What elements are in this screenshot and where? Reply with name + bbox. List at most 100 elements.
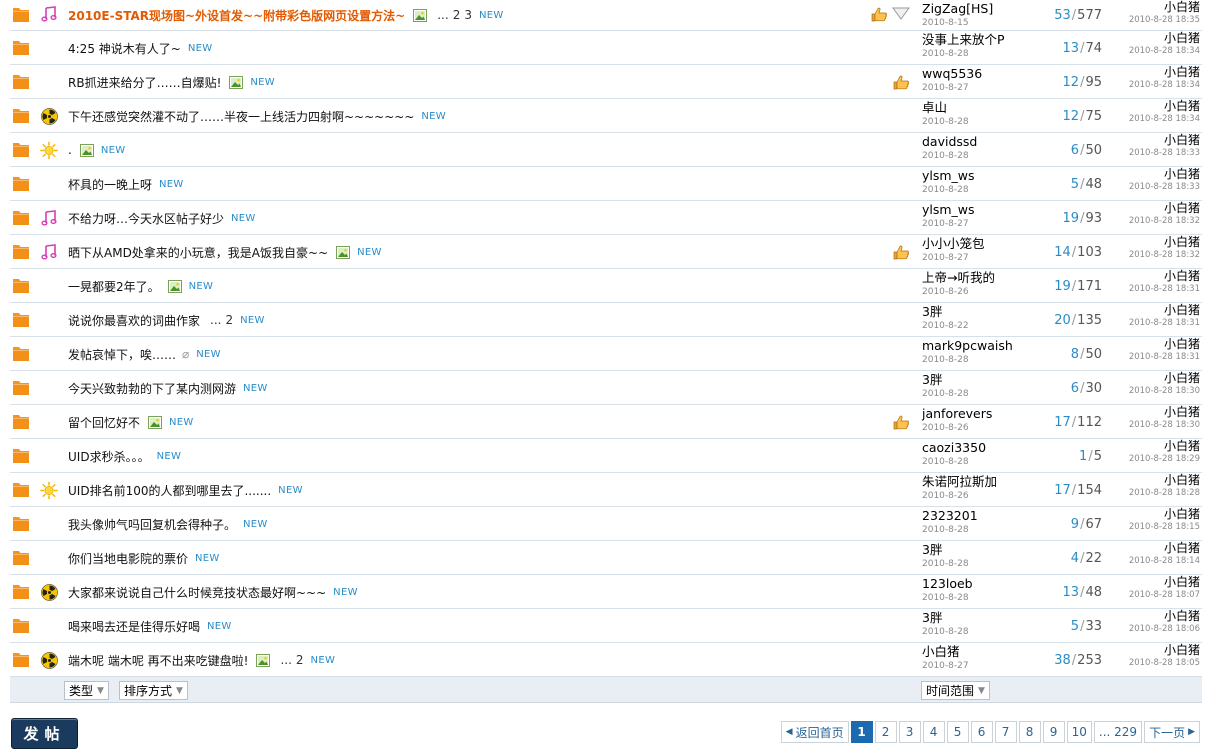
last-post-author-link[interactable]: 小白猪 [1129, 541, 1200, 556]
last-post-author-link[interactable]: 小白猪 [1129, 133, 1200, 148]
last-post-date-link[interactable]: 2010-8-28 18:31 [1129, 284, 1200, 295]
page-number-button[interactable]: 3 [898, 721, 921, 743]
author-name-link[interactable]: 2323201 [922, 508, 978, 524]
last-post-author-link[interactable]: 小白猪 [1129, 507, 1200, 522]
last-post-date-link[interactable]: 2010-8-28 18:33 [1129, 182, 1200, 193]
thread-title-link[interactable]: 下午还感觉突然灌不动了……半夜一上线活力四射啊~~~~~~~ [68, 108, 414, 125]
folder-icon[interactable] [12, 106, 30, 124]
folder-icon[interactable] [12, 446, 30, 464]
last-post-author-link[interactable]: 小白猪 [1129, 371, 1200, 386]
thread-title-link[interactable]: 晒下从AMD处拿来的小玩意，我是A饭我自豪~~ [68, 244, 328, 261]
thread-title-link[interactable]: 杯具的一晚上呀 [68, 176, 152, 193]
last-post-date-link[interactable]: 2010-8-28 18:31 [1129, 352, 1200, 363]
folder-icon[interactable] [12, 208, 30, 226]
author-name-link[interactable]: mark9pcwaish [922, 338, 1013, 354]
last-post-date-link[interactable]: 2010-8-28 18:32 [1129, 216, 1200, 227]
author-name-link[interactable]: 卓山 [922, 100, 969, 116]
thread-title-link[interactable]: 喝来喝去还是佳得乐好喝 [68, 618, 200, 635]
last-post-date-link[interactable]: 2010-8-28 18:06 [1129, 624, 1200, 635]
thread-page-link[interactable]: 2 [296, 653, 304, 667]
last-post-author-link[interactable]: 小白猪 [1129, 0, 1200, 15]
last-post-author-link[interactable]: 小白猪 [1129, 337, 1200, 352]
last-post-author-link[interactable]: 小白猪 [1129, 99, 1200, 114]
last-post-date-link[interactable]: 2010-8-28 18:29 [1129, 454, 1200, 465]
folder-icon[interactable] [12, 548, 30, 566]
last-post-date-link[interactable]: 2010-8-28 18:34 [1129, 80, 1200, 91]
last-post-date-link[interactable]: 2010-8-28 18:15 [1129, 522, 1200, 533]
page-number-button[interactable]: 7 [994, 721, 1017, 743]
last-post-date-link[interactable]: 2010-8-28 18:32 [1129, 250, 1200, 261]
thread-title-link[interactable]: 今天兴致勃勃的下了某内测网游 [68, 380, 236, 397]
last-post-author-link[interactable]: 小白猪 [1129, 303, 1200, 318]
author-name-link[interactable]: 3胖 [922, 304, 969, 320]
last-post-date-link[interactable]: 2010-8-28 18:35 [1129, 15, 1200, 26]
last-page-button[interactable]: ... 229 [1093, 721, 1143, 743]
author-name-link[interactable]: davidssd [922, 134, 977, 150]
thread-page-link[interactable]: 2 [225, 313, 233, 327]
folder-icon[interactable] [12, 72, 30, 90]
folder-icon[interactable] [12, 276, 30, 294]
folder-icon[interactable] [12, 616, 30, 634]
folder-icon[interactable] [12, 38, 30, 56]
thread-title-link[interactable]: RB抓进来给分了……自爆贴! [68, 74, 221, 91]
page-number-button[interactable]: 2 [874, 721, 897, 743]
last-post-author-link[interactable]: 小白猪 [1129, 439, 1200, 454]
folder-icon[interactable] [12, 378, 30, 396]
author-name-link[interactable]: 没事上来放个P [922, 32, 1005, 48]
folder-icon[interactable] [12, 174, 30, 192]
page-number-button[interactable]: 5 [946, 721, 969, 743]
last-post-author-link[interactable]: 小白猪 [1129, 473, 1200, 488]
thread-title-link[interactable]: 4:25 神说木有人了~ [68, 40, 181, 57]
page-number-button[interactable]: 8 [1018, 721, 1041, 743]
thread-title-link[interactable]: 一晃都要2年了。 [68, 278, 160, 295]
author-name-link[interactable]: 3胖 [922, 542, 969, 558]
last-post-date-link[interactable]: 2010-8-28 18:07 [1129, 590, 1200, 601]
folder-icon[interactable] [12, 650, 30, 668]
thread-title-link[interactable]: 发帖哀悼下，唉…… [68, 346, 176, 363]
folder-icon[interactable] [12, 310, 30, 328]
last-post-date-link[interactable]: 2010-8-28 18:33 [1129, 148, 1200, 159]
folder-icon[interactable] [12, 5, 30, 23]
last-post-date-link[interactable]: 2010-8-28 18:34 [1129, 114, 1200, 125]
next-page-button[interactable]: 下一页 ▶ [1144, 721, 1200, 743]
folder-icon[interactable] [12, 344, 30, 362]
folder-icon[interactable] [12, 480, 30, 498]
last-post-author-link[interactable]: 小白猪 [1129, 31, 1200, 46]
last-post-author-link[interactable]: 小白猪 [1129, 405, 1200, 420]
thread-title-link[interactable]: 说说你最喜欢的词曲作家 [68, 312, 200, 329]
author-name-link[interactable]: janforevers [922, 406, 992, 422]
author-name-link[interactable]: ylsm_ws [922, 202, 975, 218]
author-name-link[interactable]: 朱诺阿拉斯加 [922, 474, 997, 490]
author-name-link[interactable]: wwq5536 [922, 66, 982, 82]
last-post-date-link[interactable]: 2010-8-28 18:34 [1129, 46, 1200, 57]
thread-title-link[interactable]: 2010E-STAR现场图~外设首发~~附带彩色版网页设置方法~ [68, 7, 405, 24]
thread-title-link[interactable]: 留个回忆好不 [68, 414, 140, 431]
last-post-date-link[interactable]: 2010-8-28 18:28 [1129, 488, 1200, 499]
type-filter-select[interactable]: 类型 ▼ [64, 681, 109, 700]
thread-title-link[interactable]: . [68, 143, 72, 157]
last-post-author-link[interactable]: 小白猪 [1129, 575, 1200, 590]
author-name-link[interactable]: ylsm_ws [922, 168, 975, 184]
last-post-author-link[interactable]: 小白猪 [1129, 609, 1200, 624]
author-name-link[interactable]: caozi3350 [922, 440, 986, 456]
page-number-button[interactable]: 6 [970, 721, 993, 743]
folder-icon[interactable] [12, 582, 30, 600]
last-post-date-link[interactable]: 2010-8-28 18:14 [1129, 556, 1200, 567]
page-number-button[interactable]: 4 [922, 721, 945, 743]
author-name-link[interactable]: 上帝→听我的 [922, 270, 995, 286]
last-post-author-link[interactable]: 小白猪 [1129, 167, 1200, 182]
author-name-link[interactable]: 123loeb [922, 576, 973, 592]
back-to-index-button[interactable]: ◀ 返回首页 [780, 721, 849, 743]
last-post-author-link[interactable]: 小白猪 [1129, 201, 1200, 216]
folder-icon[interactable] [12, 412, 30, 430]
author-name-link[interactable]: 3胖 [922, 372, 969, 388]
page-number-button[interactable]: 9 [1042, 721, 1065, 743]
last-post-date-link[interactable]: 2010-8-28 18:30 [1129, 420, 1200, 431]
last-post-author-link[interactable]: 小白猪 [1129, 269, 1200, 284]
time-filter-select[interactable]: 时间范围 ▼ [921, 681, 990, 700]
author-name-link[interactable]: 小白猪 [922, 644, 969, 660]
folder-icon[interactable] [12, 140, 30, 158]
sort-filter-select[interactable]: 排序方式 ▼ [119, 681, 188, 700]
folder-icon[interactable] [12, 514, 30, 532]
last-post-author-link[interactable]: 小白猪 [1129, 65, 1200, 80]
